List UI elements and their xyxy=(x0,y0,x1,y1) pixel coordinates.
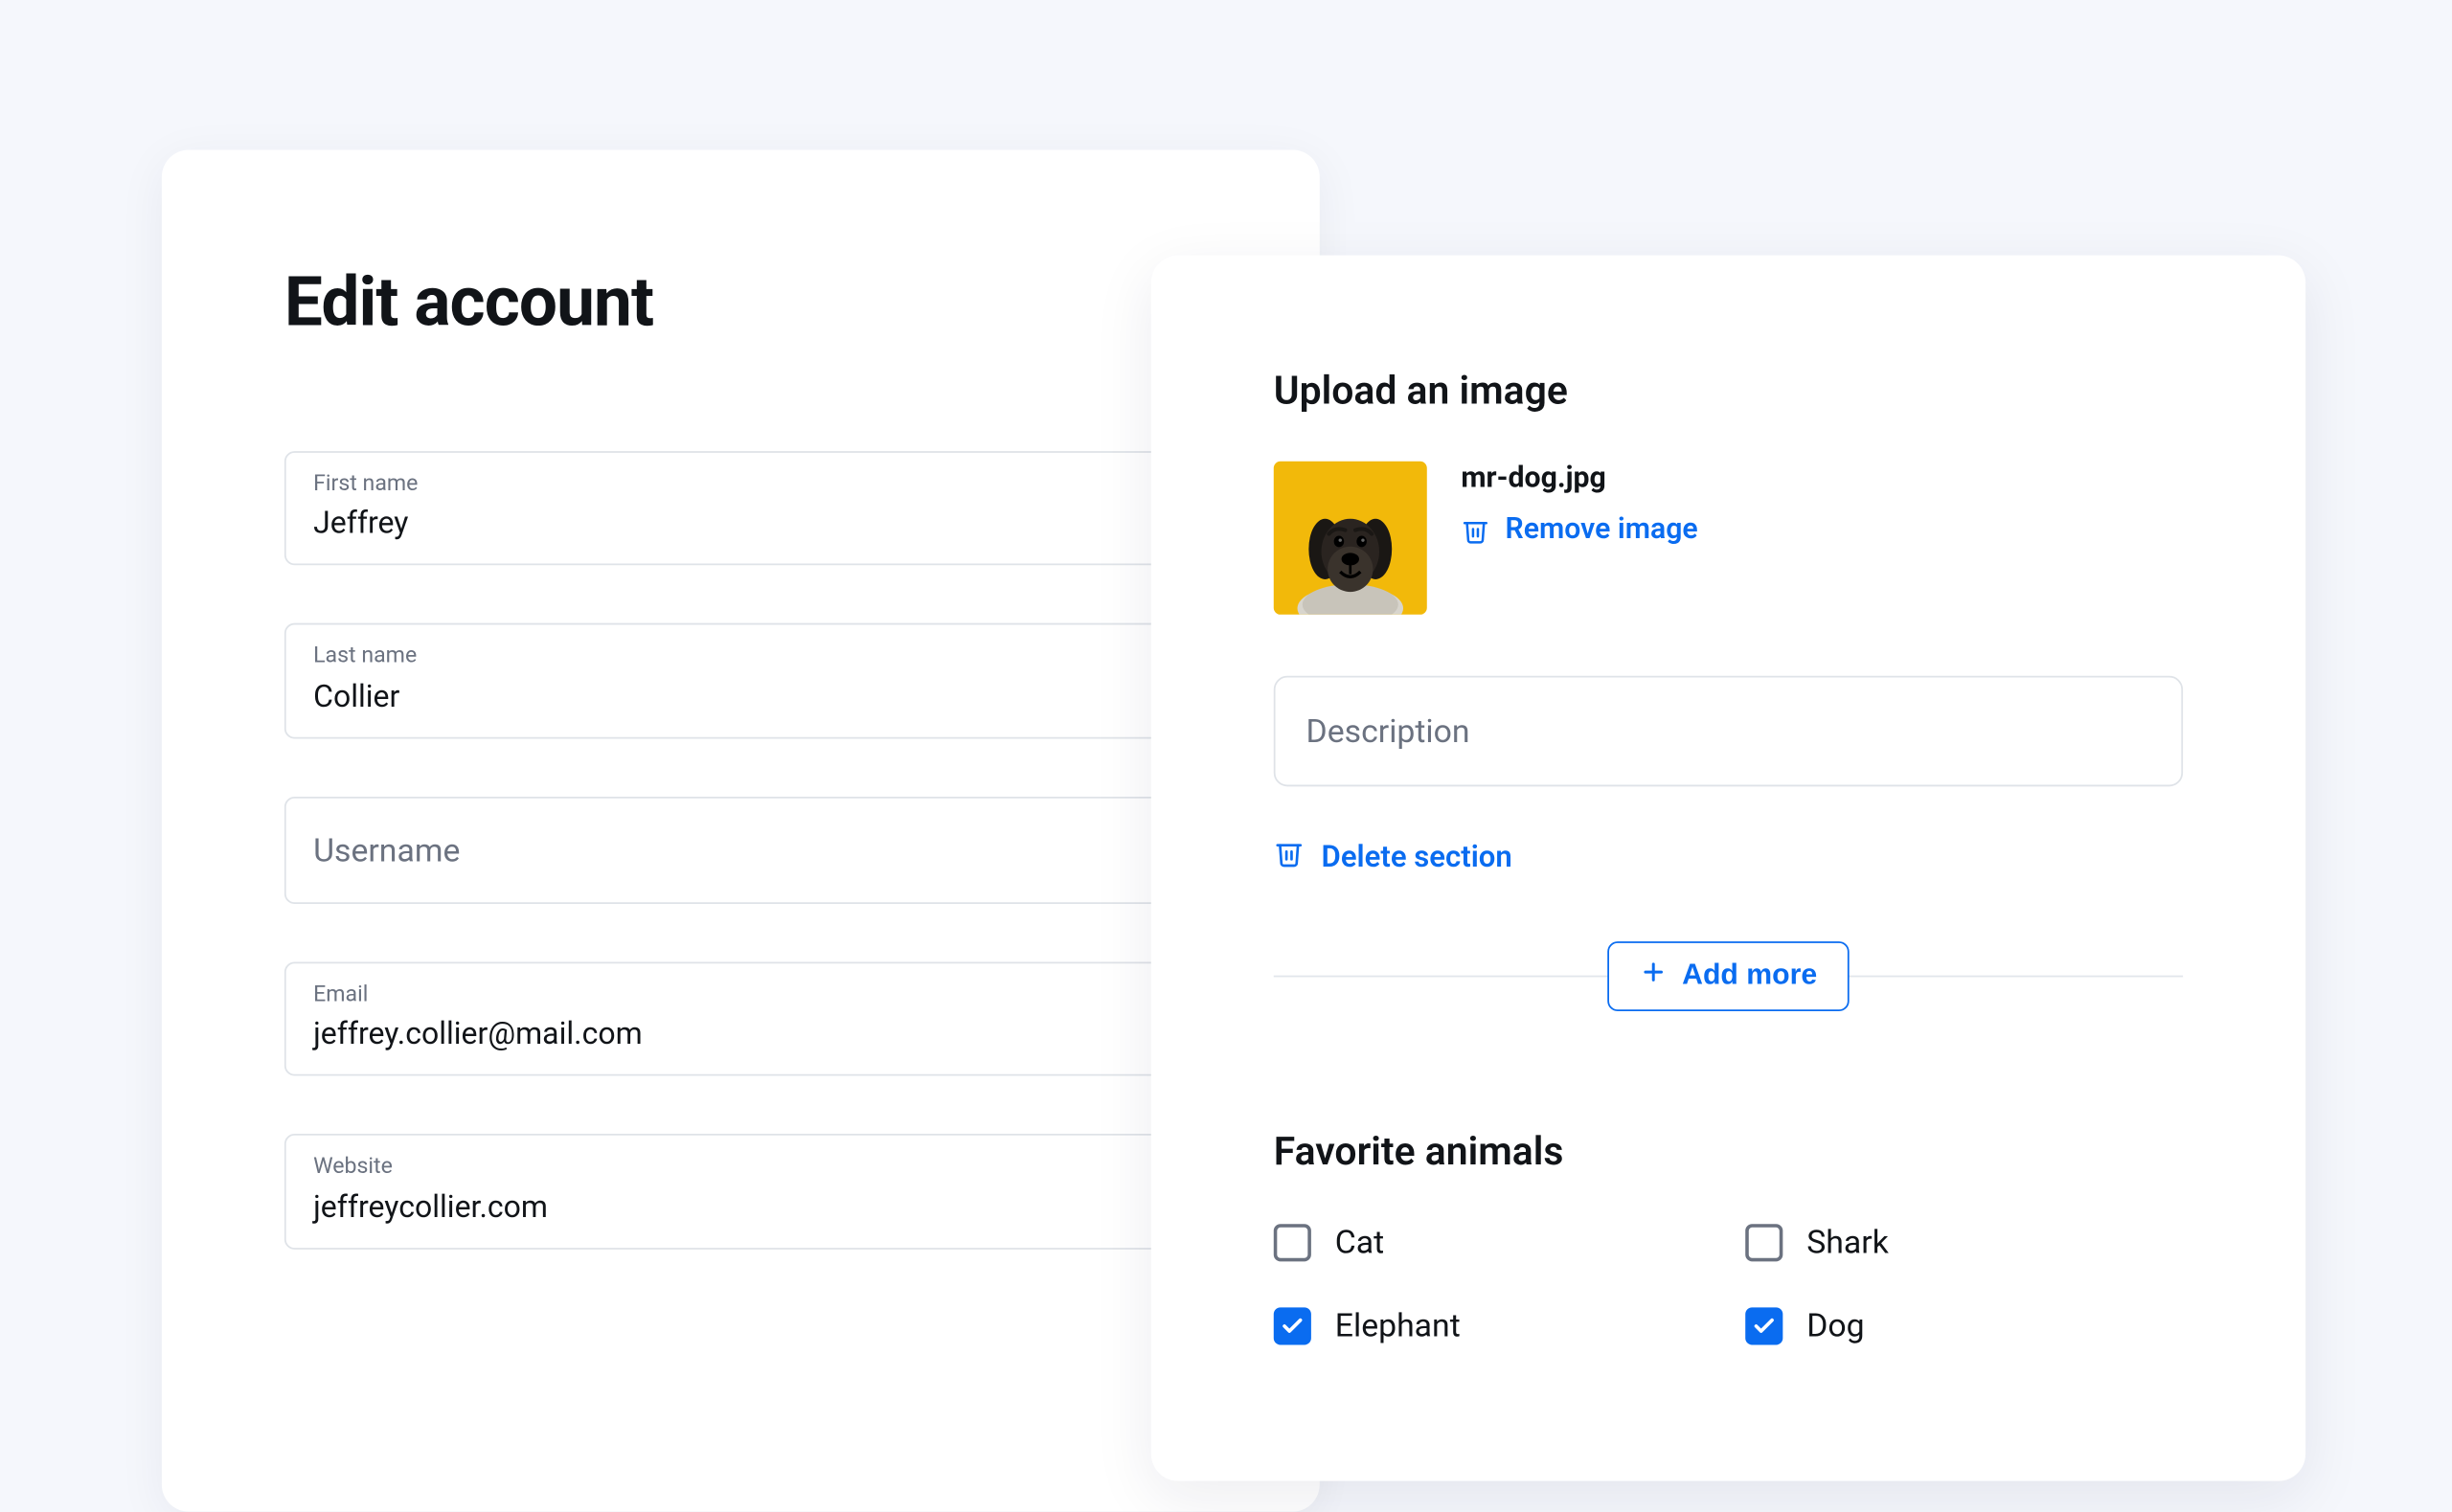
email-field[interactable]: Email jeffrey.collier@mail.com xyxy=(284,961,1197,1076)
upload-row: mr-dog.jpg Remove image xyxy=(1274,462,2183,615)
add-more-label: Add more xyxy=(1682,959,1817,993)
check-icon xyxy=(1281,1314,1305,1338)
checkbox-label: Cat xyxy=(1335,1222,1384,1261)
add-more-button[interactable]: Add more xyxy=(1607,940,1850,1010)
delete-section-label: Delete section xyxy=(1322,840,1512,874)
add-more-divider: Add more xyxy=(1274,941,2183,1009)
website-value: jeffreycollier.com xyxy=(313,1187,1168,1229)
delete-section-button[interactable]: Delete section xyxy=(1274,838,1512,877)
last-name-field[interactable]: Last name Collier xyxy=(284,624,1197,739)
check-icon xyxy=(1752,1314,1776,1338)
trash-icon xyxy=(1461,515,1489,544)
upload-heading: Upload an image xyxy=(1274,368,2183,414)
checkbox-item-elephant: Elephant xyxy=(1274,1306,1712,1345)
dog-image-icon xyxy=(1287,488,1414,615)
trash-icon xyxy=(1274,838,1305,877)
username-field[interactable]: Username xyxy=(284,797,1197,904)
checkbox-item-shark: Shark xyxy=(1745,1222,2183,1261)
upload-info: mr-dog.jpg Remove image xyxy=(1461,462,1697,547)
image-thumbnail[interactable] xyxy=(1274,462,1427,615)
last-name-label: Last name xyxy=(313,643,1168,673)
plus-icon xyxy=(1640,958,1667,993)
email-value: jeffrey.collier@mail.com xyxy=(313,1015,1168,1056)
checkbox-shark[interactable] xyxy=(1745,1223,1782,1260)
page-title: Edit account xyxy=(284,262,1197,343)
file-name: mr-dog.jpg xyxy=(1461,462,1697,496)
remove-image-button[interactable]: Remove image xyxy=(1461,512,1697,547)
username-placeholder: Username xyxy=(313,831,1168,870)
checkbox-elephant[interactable] xyxy=(1274,1306,1311,1343)
last-name-value: Collier xyxy=(313,677,1168,718)
website-label: Website xyxy=(313,1153,1168,1184)
remove-image-label: Remove image xyxy=(1506,512,1698,547)
checkbox-dog[interactable] xyxy=(1745,1306,1782,1343)
checkbox-label: Dog xyxy=(1806,1306,1864,1345)
upload-card: Upload an image xyxy=(1151,256,2305,1481)
first-name-label: First name xyxy=(313,470,1168,501)
checkbox-label: Elephant xyxy=(1335,1306,1461,1345)
website-field[interactable]: Website jeffreycollier.com xyxy=(284,1135,1197,1250)
checkbox-item-dog: Dog xyxy=(1745,1306,2183,1345)
checkbox-cat[interactable] xyxy=(1274,1223,1311,1260)
favorites-grid: Cat Shark Elephant xyxy=(1274,1222,2183,1344)
edit-account-card: Edit account First name Jeffrey Last nam… xyxy=(162,149,1320,1511)
description-placeholder: Description xyxy=(1306,711,2151,751)
email-label: Email xyxy=(313,981,1168,1011)
checkbox-label: Shark xyxy=(1806,1222,1889,1261)
description-field[interactable]: Description xyxy=(1274,676,2183,787)
first-name-value: Jeffrey xyxy=(313,505,1168,546)
favorites-heading: Favorite animals xyxy=(1274,1129,2183,1175)
checkbox-item-cat: Cat xyxy=(1274,1222,1712,1261)
first-name-field[interactable]: First name Jeffrey xyxy=(284,451,1197,566)
